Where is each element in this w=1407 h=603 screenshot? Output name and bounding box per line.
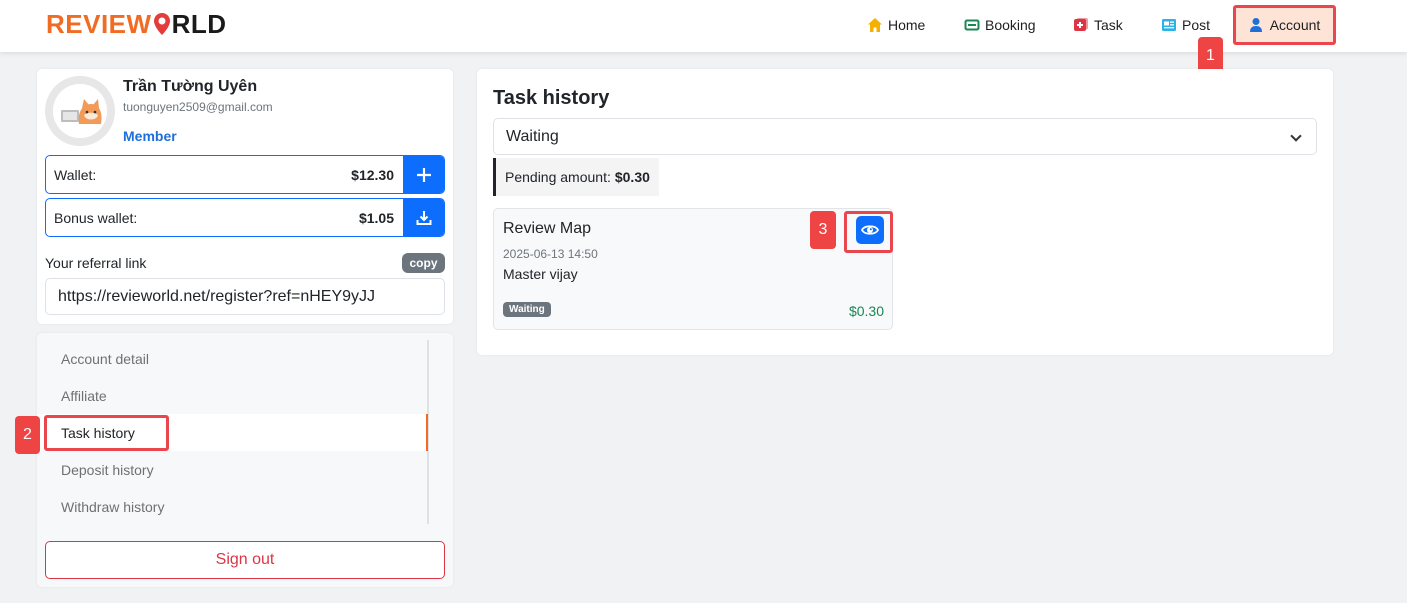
account-menu: Account detail Affiliate Task history De… (37, 333, 453, 587)
sign-out-button[interactable]: Sign out (45, 541, 445, 579)
nav-account-label: Account (1269, 17, 1321, 33)
copy-button[interactable]: copy (402, 253, 445, 273)
newspaper-icon (1161, 17, 1177, 33)
nav-task[interactable]: Task (1073, 5, 1123, 45)
nav-home[interactable]: Home (867, 5, 925, 45)
menu-item-account-detail[interactable]: Account detail (37, 340, 428, 377)
highlight-view-button (844, 211, 893, 253)
avatar-image (53, 84, 107, 138)
task-amount: $0.30 (848, 303, 884, 319)
nav-booking-label: Booking (985, 17, 1036, 33)
profile-card: Trần Tường Uyên tuonguyen2509@gmail.com … (37, 69, 453, 324)
logo-text-review: REVIEW (46, 8, 152, 39)
callout-2: 2 (15, 416, 40, 454)
status-filter-select[interactable]: Waiting (493, 118, 1317, 155)
nav-task-label: Task (1094, 17, 1123, 33)
referral-link-field[interactable]: https://revieworld.net/register?ref=nHEY… (45, 278, 445, 315)
nav-home-label: Home (888, 17, 926, 33)
menu-item-deposit-history[interactable]: Deposit history (37, 451, 428, 488)
withdraw-bonus-button[interactable] (403, 199, 444, 236)
status-badge: Waiting (503, 302, 551, 317)
status-filter-value: Waiting (506, 127, 559, 145)
task-title: Review Map (503, 220, 592, 237)
plus-square-icon (1073, 17, 1089, 33)
pending-amount: Pending amount: $0.30 (493, 158, 659, 196)
plus-icon (416, 167, 431, 182)
nav-post-label: Post (1182, 17, 1211, 33)
chevron-down-icon (1290, 130, 1302, 142)
map-pin-icon (153, 12, 171, 36)
task-date: 2025-06-13 14:50 (503, 247, 598, 261)
ticket-icon (964, 17, 980, 33)
page-title: Task history (493, 87, 610, 109)
add-funds-button[interactable] (403, 156, 444, 193)
user-name: Trần Tường Uyên (123, 78, 258, 95)
wallet-label: Wallet: (54, 166, 97, 183)
callout-3: 3 (810, 211, 836, 249)
wallet-row: Wallet: $12.30 (45, 155, 445, 194)
task-description: Master vijay (503, 266, 578, 282)
referral-label: Your referral link (45, 255, 147, 271)
download-icon (416, 210, 431, 225)
user-email: tuonguyen2509@gmail.com (123, 100, 273, 114)
revieworld-logo[interactable]: REVIEW RLD (46, 8, 227, 40)
wallet-value: $12.30 (351, 166, 394, 183)
bonus-wallet-row: Bonus wallet: $1.05 (45, 198, 445, 237)
highlight-task-history (44, 415, 169, 451)
nav-booking[interactable]: Booking (964, 5, 1036, 45)
pending-label: Pending amount: (505, 169, 611, 185)
nav-account[interactable]: Account (1233, 5, 1336, 45)
pending-value: $0.30 (614, 169, 650, 185)
logo-text-rld: RLD (171, 8, 227, 39)
house-icon (867, 17, 883, 33)
menu-item-withdraw-history[interactable]: Withdraw history (37, 488, 428, 525)
bonus-wallet-label: Bonus wallet: (54, 209, 138, 226)
top-navbar: REVIEW RLD Home Booking Task Post Accoun… (0, 0, 1407, 52)
bonus-wallet-value: $1.05 (358, 209, 394, 226)
avatar[interactable] (45, 76, 115, 146)
menu-item-affiliate[interactable]: Affiliate (37, 377, 428, 414)
task-history-panel: Task history Waiting Pending amount: $0.… (477, 69, 1333, 355)
user-role: Member (123, 128, 177, 144)
person-icon (1249, 17, 1265, 33)
